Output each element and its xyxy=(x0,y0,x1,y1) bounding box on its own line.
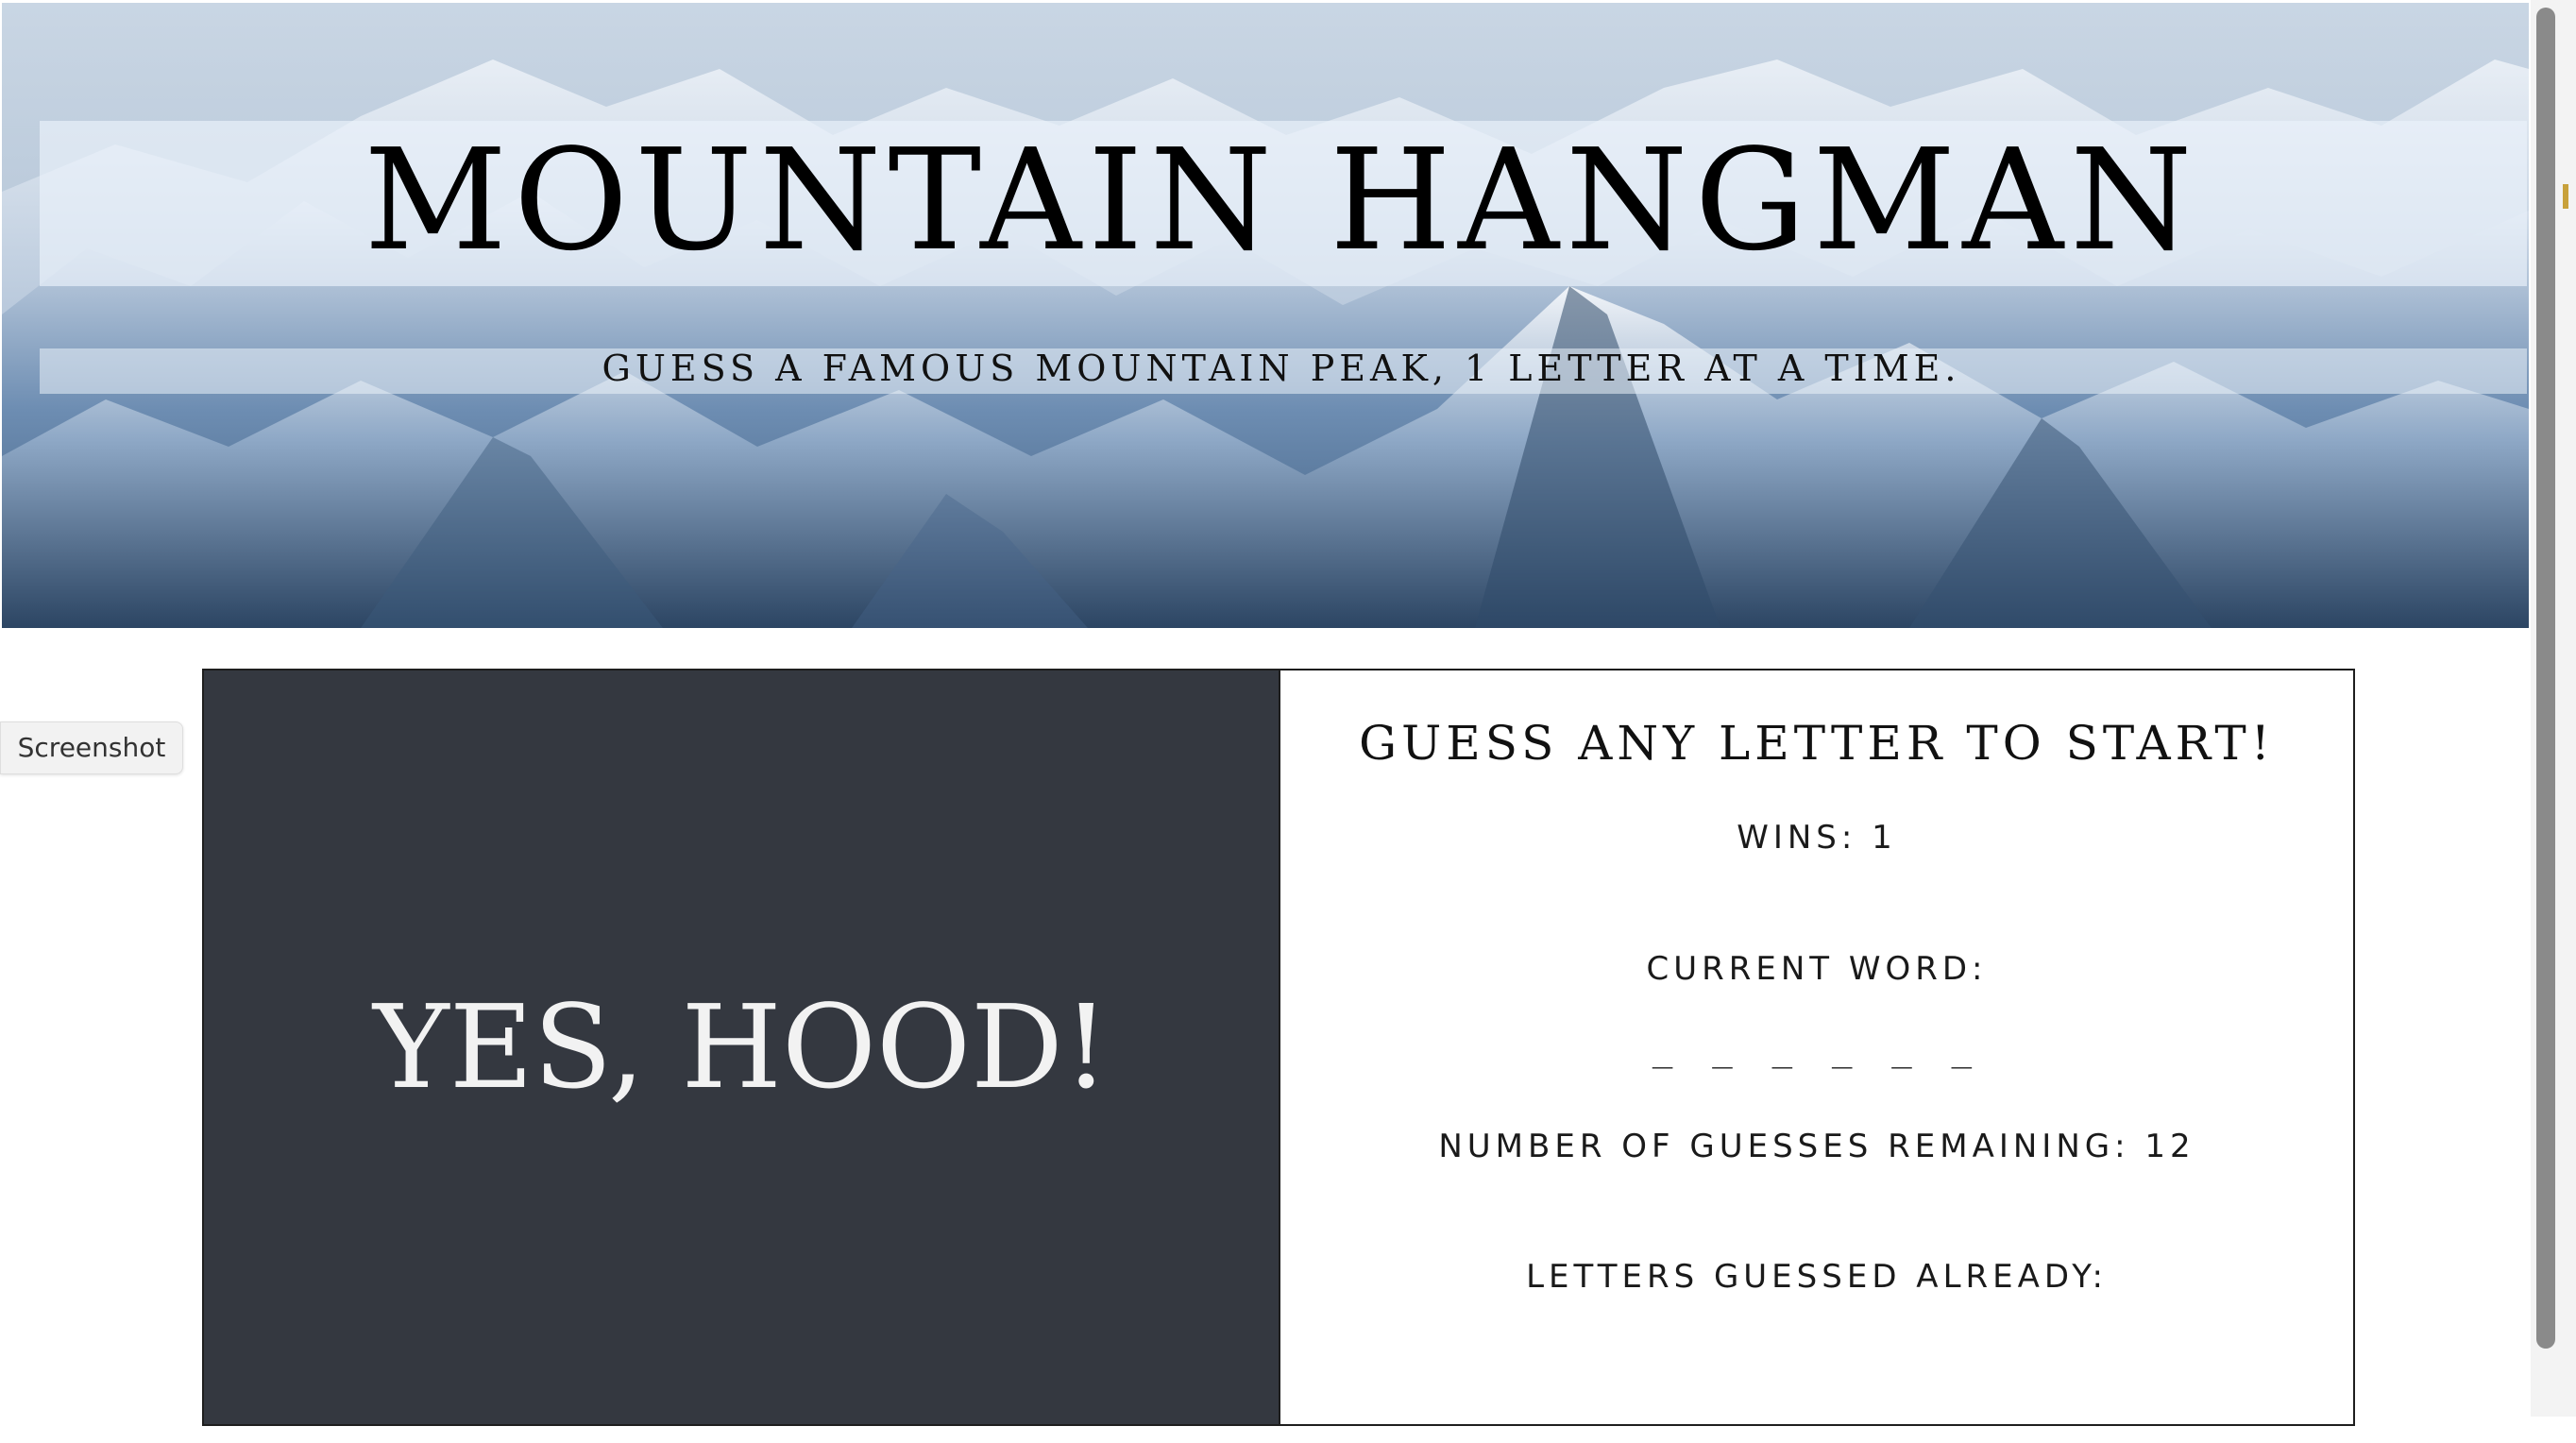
wins-value: 1 xyxy=(1872,819,1897,857)
scrollbar-thumb[interactable] xyxy=(2536,8,2555,1349)
game-prompt: GUESS ANY LETTER TO START! xyxy=(1359,716,2275,771)
page: MOUNTAIN HANGMAN GUESS A FAMOUS MOUNTAIN… xyxy=(0,0,2576,1443)
wins-row: WINS: 1 xyxy=(1280,814,2353,861)
message-panel: YES, HOOD! xyxy=(204,671,1280,1424)
current-word-label: CURRENT WORD: xyxy=(1646,950,1988,988)
current-word-display: _ _ _ _ _ _ xyxy=(1652,1030,1982,1069)
page-title: MOUNTAIN HANGMAN xyxy=(364,119,2199,281)
letters-guessed-label: LETTERS GUESSED ALREADY: xyxy=(1526,1258,2108,1296)
screenshot-button[interactable]: Screenshot xyxy=(0,722,183,774)
hero-banner xyxy=(2,3,2529,628)
result-message: YES, HOOD! xyxy=(373,980,1110,1114)
page-subtitle: GUESS A FAMOUS MOUNTAIN PEAK, 1 LETTER A… xyxy=(602,348,1961,389)
guesses-remaining-label: NUMBER OF GUESSES REMAINING: xyxy=(1438,1128,2130,1165)
snowy-mountains-image xyxy=(2,3,2529,628)
letters-guessed-value xyxy=(1280,1305,2353,1352)
stats-panel: GUESS ANY LETTER TO START! WINS: 1 CURRE… xyxy=(1280,671,2353,1424)
guesses-remaining-value: 12 xyxy=(2144,1128,2195,1165)
game-container: YES, HOOD! GUESS ANY LETTER TO START! WI… xyxy=(202,669,2355,1426)
guesses-remaining-row: NUMBER OF GUESSES REMAINING: 12 xyxy=(1280,1123,2353,1170)
edge-marker xyxy=(2563,184,2568,209)
wins-label: WINS: xyxy=(1737,819,1857,857)
